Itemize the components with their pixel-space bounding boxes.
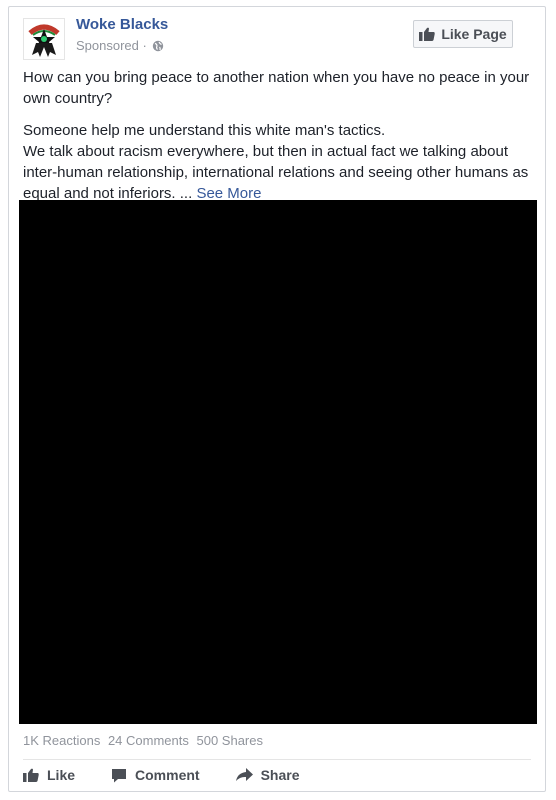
comments-count[interactable]: 24 Comments	[108, 733, 189, 748]
like-button[interactable]: Like	[23, 767, 75, 783]
post-text-question: How can you bring peace to another natio…	[23, 69, 530, 107]
like-label: Like	[47, 767, 76, 783]
post-text-line: Someone help me understand this white ma…	[23, 122, 386, 139]
comment-label: Comment	[135, 767, 200, 783]
comment-button[interactable]: Comment	[111, 767, 200, 783]
post-text-body: Someone help me understand this white ma…	[23, 120, 531, 204]
post-media-image[interactable]	[19, 200, 537, 724]
reactions-count[interactable]: 1K Reactions	[23, 733, 100, 748]
share-arrow-icon	[235, 768, 253, 781]
post-header: Woke Blacks Sponsored · Like Page	[23, 15, 531, 61]
woke-blacks-logo-icon	[24, 19, 64, 59]
post-actions-bar: Like Comment Share	[23, 767, 336, 783]
thumbs-up-icon	[23, 768, 39, 782]
shares-count[interactable]: 500 Shares	[197, 733, 264, 748]
page-name-link[interactable]: Woke Blacks	[76, 16, 168, 33]
thumbs-up-icon	[419, 27, 436, 41]
post-text-line: We talk about racism everywhere, but the…	[23, 141, 531, 204]
like-page-label: Like Page	[441, 26, 507, 42]
sponsored-post-card: Woke Blacks Sponsored · Like Page How ca…	[8, 6, 546, 792]
sponsored-label: Sponsored ·	[76, 38, 164, 53]
share-button[interactable]: Share	[235, 767, 300, 783]
globe-icon[interactable]	[152, 40, 164, 52]
comment-bubble-icon	[112, 768, 127, 782]
like-page-button[interactable]: Like Page	[413, 20, 513, 48]
post-text-continued: We talk about racism everywhere, but the…	[23, 143, 529, 202]
sponsored-text: Sponsored ·	[76, 38, 147, 53]
share-label: Share	[260, 767, 300, 783]
page-avatar[interactable]	[23, 18, 65, 60]
actions-divider	[23, 759, 531, 760]
engagement-stats: 1K Reactions 24 Comments 500 Shares	[23, 733, 267, 748]
